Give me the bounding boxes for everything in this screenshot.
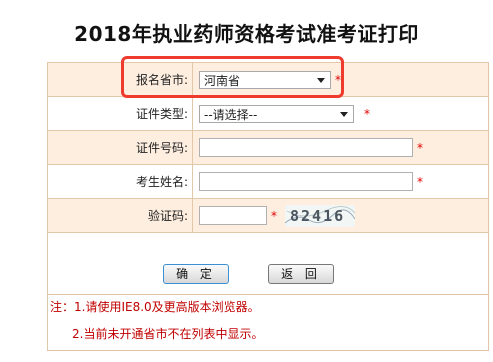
id-number-field-cell: * [192, 130, 489, 165]
captcha-input[interactable] [199, 206, 267, 225]
province-field-cell: 河南省 * [192, 62, 489, 97]
name-required-mark: * [417, 174, 423, 189]
id-number-input[interactable] [199, 138, 413, 157]
province-select-value: 河南省 [204, 73, 241, 88]
chevron-down-icon [317, 77, 325, 83]
row-id-number: 证件号码: * [47, 130, 489, 165]
note-line-1: 注：1.请使用IE8.0及更高版本浏览器。 [50, 300, 260, 314]
row-province: 报名省市: 河南省 * [47, 62, 489, 97]
row-captcha: 验证码: * 82416 [47, 198, 489, 233]
row-id-type: 证件类型: --请选择-- * [47, 96, 489, 131]
province-label: 报名省市: [47, 62, 193, 97]
row-name: 考生姓名: * [47, 164, 489, 199]
captcha-text: 82416 [290, 207, 345, 225]
id-type-select[interactable]: --请选择-- [199, 104, 354, 123]
buttons-cell [47, 232, 489, 295]
captcha-label: 验证码: [47, 198, 193, 233]
name-input[interactable] [199, 172, 413, 191]
page-title: 2018年执业药师资格考试准考证打印 [74, 22, 419, 46]
back-button[interactable]: 返 回 [268, 264, 334, 284]
id-type-select-value: --请选择-- [204, 107, 258, 122]
captcha-required-mark: * [271, 208, 277, 223]
id-type-label: 证件类型: [47, 96, 193, 131]
confirm-button[interactable]: 确 定 [163, 264, 229, 284]
id-type-required-mark: * [364, 106, 370, 121]
name-field-cell: * [192, 164, 489, 199]
captcha-image-graphic: 82416 [284, 205, 356, 225]
note-line-2: 2.当前未开通省市不在列表中显示。 [72, 327, 264, 341]
chevron-down-icon [340, 111, 348, 117]
province-select[interactable]: 河南省 [199, 70, 331, 89]
row-buttons [47, 232, 489, 295]
id-type-field-cell: --请选择-- * [192, 96, 489, 131]
id-number-required-mark: * [417, 140, 423, 155]
id-number-label: 证件号码: [47, 130, 193, 165]
captcha-image[interactable]: 82416 [284, 204, 356, 227]
captcha-field-cell: * 82416 [192, 198, 489, 233]
province-required-mark: * [335, 72, 341, 87]
name-label: 考生姓名: [47, 164, 193, 199]
